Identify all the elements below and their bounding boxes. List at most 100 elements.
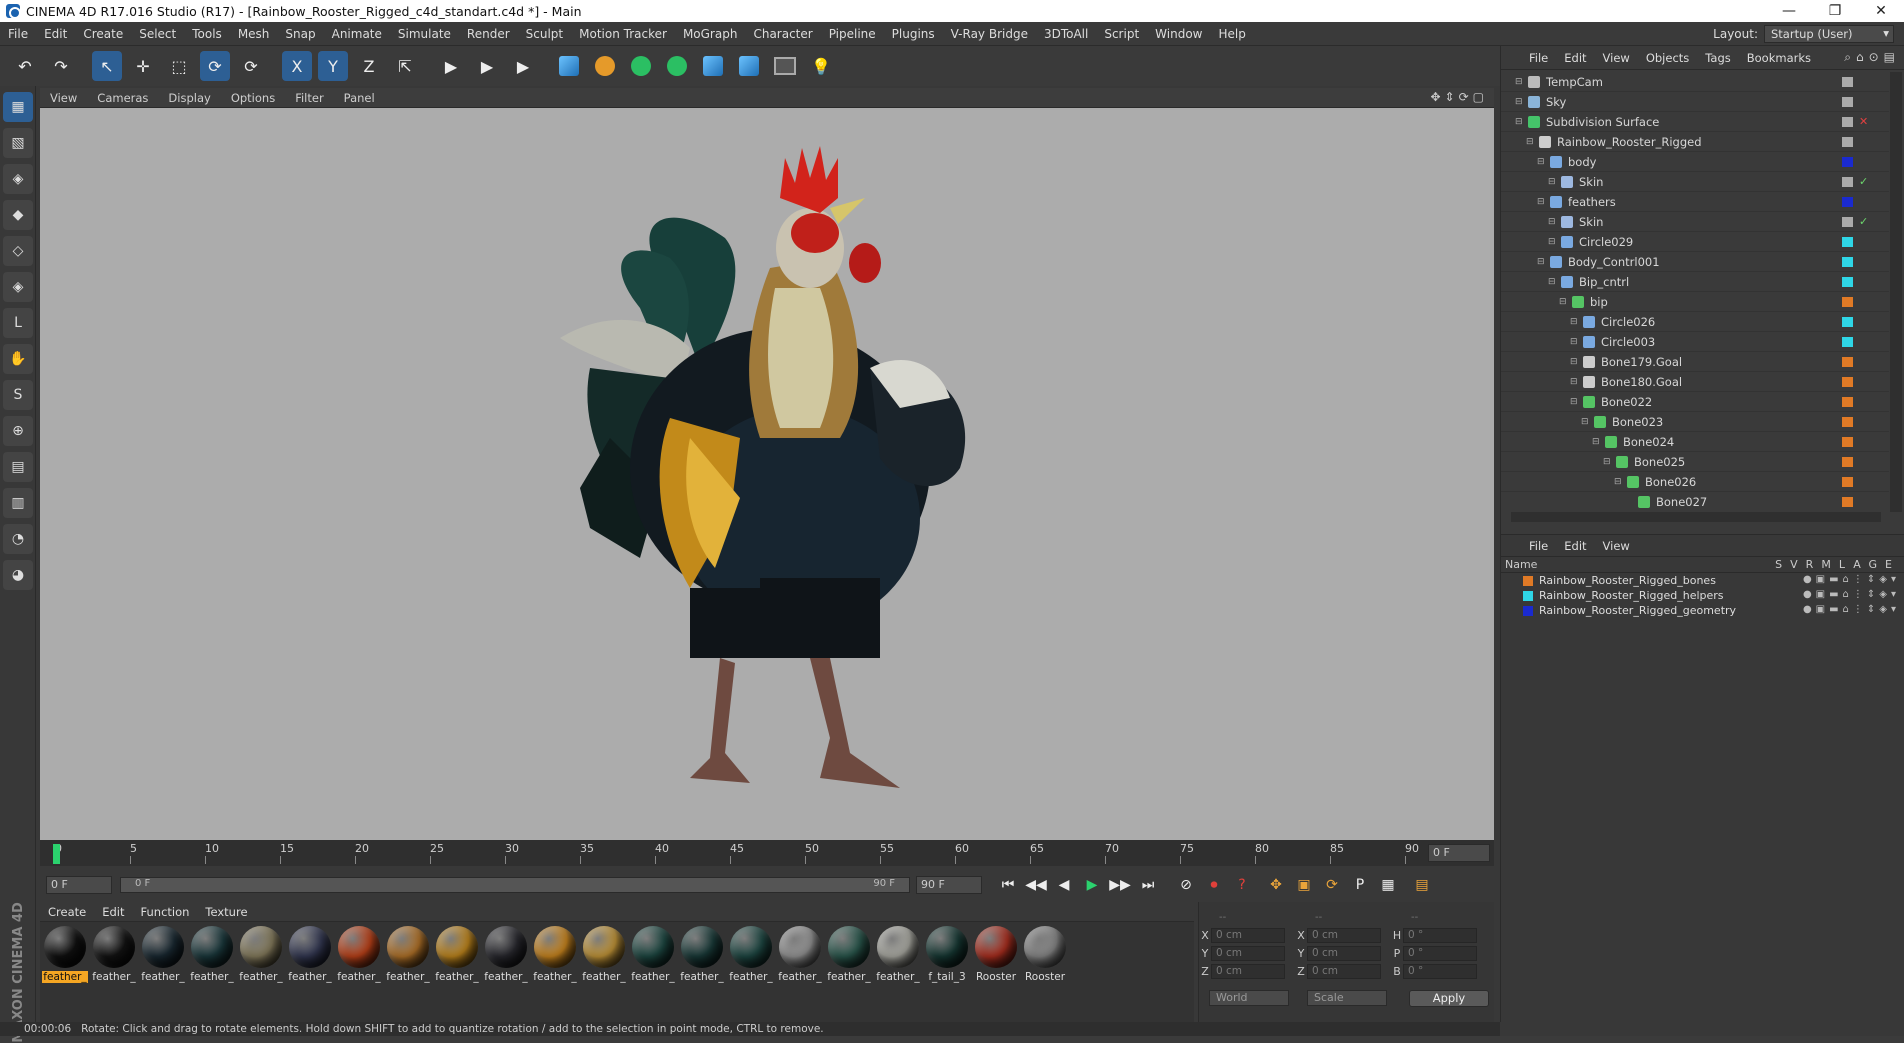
undo-button[interactable]: ↶ (10, 51, 40, 81)
keyframe-disabled-button[interactable]: ⊘ (1174, 873, 1198, 897)
layer-flag-toggles[interactable]: ●▣▬⌂⋮⇕◈▾ (1803, 574, 1900, 585)
menu-script[interactable]: Script (1096, 22, 1147, 46)
object-row[interactable]: ⊟ Bip_cntrl (1501, 272, 1889, 292)
material-swatch[interactable]: feather_ (532, 926, 578, 988)
go-to-end-button[interactable]: ⏭ (1136, 873, 1160, 897)
auto-key-button[interactable]: ? (1230, 873, 1254, 897)
object-menu-edit[interactable]: Edit (1556, 51, 1594, 65)
3d-viewport[interactable] (40, 108, 1494, 840)
object-row[interactable]: ⊟ Bone023 (1501, 412, 1889, 432)
scale-tool-button[interactable]: ⬚ (164, 51, 194, 81)
close-button[interactable]: ✕ (1858, 0, 1904, 22)
menu-motion-tracker[interactable]: Motion Tracker (571, 22, 675, 46)
material-swatch[interactable]: feather_ (679, 926, 725, 988)
tree-expand-icon[interactable]: ⊟ (1570, 337, 1580, 347)
workplane-mode-button[interactable]: ◈ (3, 164, 33, 194)
playhead-marker[interactable] (53, 844, 60, 864)
menu-select[interactable]: Select (131, 22, 184, 46)
material-swatch[interactable]: feather_ (385, 926, 431, 988)
menu-plugins[interactable]: Plugins (884, 22, 943, 46)
x-axis-button[interactable]: X (282, 51, 312, 81)
tree-expand-icon[interactable]: ⊟ (1537, 157, 1547, 167)
axis-mode-button[interactable]: L (3, 308, 33, 338)
next-frame-button[interactable]: ▶▶ (1108, 873, 1132, 897)
material-menu-texture[interactable]: Texture (197, 905, 255, 919)
object-row[interactable]: ⊟ Body_Contrl001 (1501, 252, 1889, 272)
object-menu-bookmarks[interactable]: Bookmarks (1739, 51, 1819, 65)
viewport-menu-filter[interactable]: Filter (285, 91, 333, 105)
object-row[interactable]: ⊟ Skin ✓ (1501, 172, 1889, 192)
coord-value-field[interactable]: 0 cm (1307, 945, 1381, 961)
tree-expand-icon[interactable]: ⊟ (1548, 217, 1558, 227)
redo-button[interactable]: ↷ (46, 51, 76, 81)
object-row[interactable]: ⊟ Sky (1501, 92, 1889, 112)
go-to-start-button[interactable]: ⏮ (996, 873, 1020, 897)
menu-file[interactable]: File (0, 22, 36, 46)
pen-spline-button[interactable] (590, 51, 620, 81)
object-status-icon[interactable]: ✓ (1859, 215, 1889, 228)
material-swatch[interactable]: feather_ (581, 926, 627, 988)
render-view-button[interactable]: ▶ (436, 51, 466, 81)
object-row[interactable]: ⊟ feathers (1501, 192, 1889, 212)
object-row[interactable]: ⊟ Circle003 (1501, 332, 1889, 352)
layer-menu-view[interactable]: View (1595, 539, 1638, 553)
menu-v-ray-bridge[interactable]: V-Ray Bridge (943, 22, 1036, 46)
object-row[interactable]: ⊟ Bone026 (1501, 472, 1889, 492)
frame-ruler[interactable]: 051015202530354045505560657075808590 (55, 840, 1445, 866)
layer-menu-file[interactable]: File (1521, 539, 1556, 553)
apply-button[interactable]: Apply (1409, 990, 1489, 1007)
tree-expand-icon[interactable]: ⊟ (1537, 197, 1547, 207)
timeline-ruler[interactable]: 051015202530354045505560657075808590 0 F (40, 840, 1494, 866)
floor-button[interactable] (734, 51, 764, 81)
layer-row[interactable]: Rainbow_Rooster_Rigged_geometry ●▣▬⌂⋮⇕◈▾ (1501, 603, 1904, 618)
object-manager-vscroll[interactable] (1890, 72, 1902, 512)
scale-dropdown[interactable]: Scale (1307, 990, 1387, 1006)
menu-tools[interactable]: Tools (184, 22, 230, 46)
coord-value-field[interactable]: 0 ° (1403, 963, 1477, 979)
material-swatch[interactable]: Rooster (973, 926, 1019, 988)
object-row[interactable]: ⊟ Rainbow_Rooster_Rigged (1501, 132, 1889, 152)
object-row[interactable]: ⊟ Bone180.Goal (1501, 372, 1889, 392)
menu-edit[interactable]: Edit (36, 22, 75, 46)
tree-expand-icon[interactable]: ⊟ (1515, 97, 1525, 107)
object-row[interactable]: ⊟ Bone025 (1501, 452, 1889, 472)
python-console-button[interactable]: ◕ (3, 560, 33, 590)
object-menu-tags[interactable]: Tags (1697, 51, 1738, 65)
material-swatch[interactable]: feather_ (875, 926, 921, 988)
viewport-menu-display[interactable]: Display (158, 91, 220, 105)
current-frame-field[interactable]: 0 F (1428, 844, 1490, 862)
render-picture-viewer-button[interactable]: ▶ (472, 51, 502, 81)
menu-window[interactable]: Window (1147, 22, 1210, 46)
menu-animate[interactable]: Animate (324, 22, 390, 46)
record-button[interactable]: ⏺ (1202, 873, 1226, 897)
menu-mograph[interactable]: MoGraph (675, 22, 746, 46)
object-row[interactable]: ⊟ Bone179.Goal (1501, 352, 1889, 372)
tree-expand-icon[interactable]: ⊟ (1526, 137, 1536, 147)
menu-help[interactable]: Help (1210, 22, 1253, 46)
layer-menu-edit[interactable]: Edit (1556, 539, 1594, 553)
tree-expand-icon[interactable]: ⊟ (1537, 257, 1547, 267)
layer-row[interactable]: Rainbow_Rooster_Rigged_helpers ●▣▬⌂⋮⇕◈▾ (1501, 588, 1904, 603)
material-swatch[interactable]: feather_ (434, 926, 480, 988)
object-menu-file[interactable]: File (1521, 51, 1556, 65)
end-frame-field[interactable]: 90 F (916, 876, 982, 894)
recent-tool-button[interactable]: ⟳ (236, 51, 266, 81)
cloner-button[interactable] (662, 51, 692, 81)
coord-value-field[interactable]: 0 cm (1307, 927, 1381, 943)
rotate-tool-button[interactable]: ⟳ (200, 51, 230, 81)
menu-pipeline[interactable]: Pipeline (821, 22, 884, 46)
snap-mode-button[interactable]: S (3, 380, 33, 410)
material-menu-function[interactable]: Function (133, 905, 198, 919)
menu-sculpt[interactable]: Sculpt (518, 22, 571, 46)
tree-expand-icon[interactable]: ⊟ (1570, 317, 1580, 327)
tree-expand-icon[interactable]: ⊟ (1581, 417, 1591, 427)
menu-3dtoall[interactable]: 3DToAll (1036, 22, 1096, 46)
tree-expand-icon[interactable]: ⊟ (1548, 237, 1558, 247)
menu-simulate[interactable]: Simulate (390, 22, 459, 46)
material-swatch[interactable]: feather_ (826, 926, 872, 988)
light-button[interactable]: 💡 (806, 51, 836, 81)
material-swatch[interactable]: feather_ (238, 926, 284, 988)
soft-selection-button[interactable]: ⊕ (3, 416, 33, 446)
material-swatch[interactable]: feather_ (140, 926, 186, 988)
coord-value-field[interactable]: 0 cm (1211, 945, 1285, 961)
